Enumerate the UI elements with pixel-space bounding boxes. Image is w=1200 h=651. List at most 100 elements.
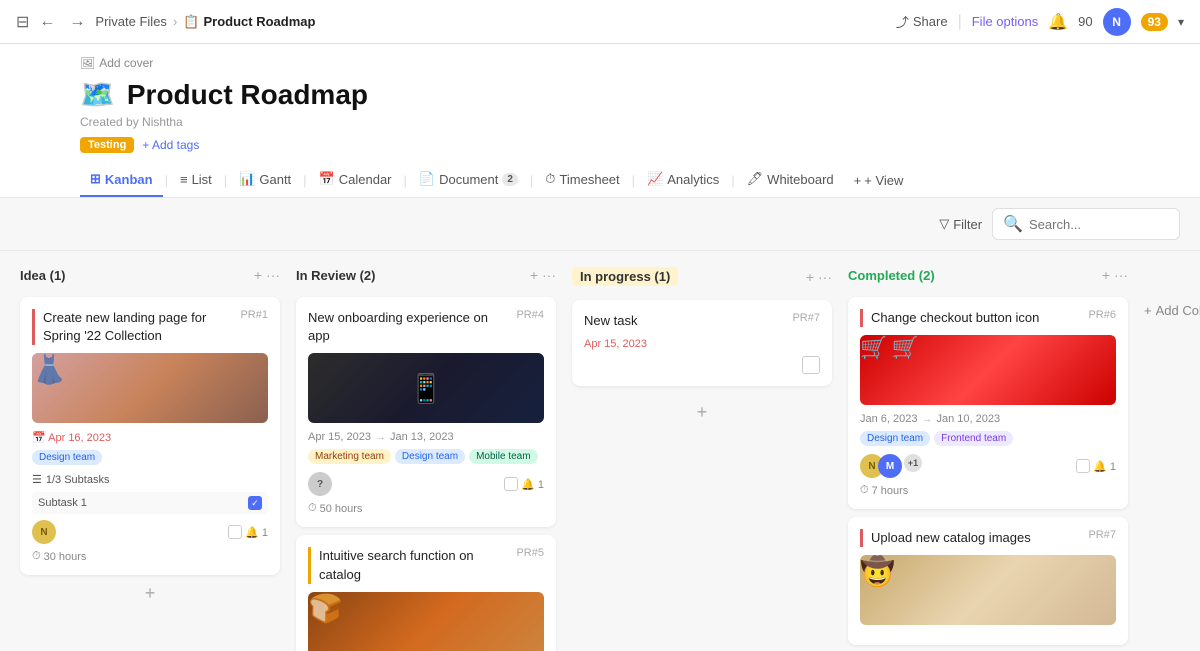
- page-header: 🖼 Add cover 🗺️ Product Roadmap Created b…: [0, 44, 1200, 198]
- share-icon: ⤴: [896, 12, 909, 31]
- add-task-inprogress-button[interactable]: +: [697, 402, 708, 423]
- column-completed: Completed (2) + ··· Change checkout butt…: [848, 267, 1128, 635]
- page-icon: 🗺️: [80, 78, 115, 111]
- tab-whiteboard[interactable]: 🖊 Whiteboard: [737, 163, 844, 197]
- card-onboarding-comment: 🔔 1: [504, 477, 544, 491]
- column-in-review-add-button[interactable]: +: [530, 267, 538, 283]
- card-landing-page-comment: 🔔 1: [228, 525, 268, 539]
- tab-document[interactable]: 📄 Document 2: [409, 163, 528, 197]
- tab-calendar[interactable]: 📅 Calendar: [309, 163, 402, 197]
- subtask-1-label: Subtask 1: [38, 497, 87, 509]
- gantt-icon: 📊: [239, 171, 255, 187]
- column-in-review: In Review (2) + ··· New onboarding exper…: [296, 267, 556, 635]
- card-checkout-id: PR#6: [1088, 309, 1116, 321]
- card-checkout-image: 🛒 🛒: [860, 335, 1116, 405]
- user-avatar-button[interactable]: N: [1103, 8, 1131, 36]
- card-landing-page-image: 👗: [32, 353, 268, 423]
- page-title-row: 🗺️ Product Roadmap: [80, 78, 1120, 111]
- sidebar-toggle-button[interactable]: ⊟: [16, 12, 29, 32]
- filter-button[interactable]: ▽ Filter: [939, 216, 982, 232]
- card-catalog-title: Upload new catalog images: [871, 530, 1031, 545]
- card-landing-page-checkbox[interactable]: [228, 525, 242, 539]
- column-idea-header: Idea (1) + ···: [20, 267, 280, 283]
- column-completed-title: Completed (2): [848, 268, 935, 283]
- card-landing-page[interactable]: Create new landing page for Spring '22 C…: [20, 297, 280, 575]
- add-cover-button[interactable]: 🖼 Add cover: [80, 56, 153, 70]
- tag-design-3: Design team: [860, 431, 930, 446]
- card-checkout-footer: N M +1 🔔 1: [860, 454, 1116, 478]
- add-task-idea-button[interactable]: +: [145, 583, 156, 604]
- score-badge[interactable]: 93: [1141, 13, 1168, 31]
- column-in-review-more-button[interactable]: ···: [542, 267, 556, 283]
- card-new-task[interactable]: New task PR#7 Apr 15, 2023: [572, 300, 832, 386]
- calendar-icon: 📅: [319, 171, 335, 187]
- filter-icon: ▽: [939, 216, 949, 232]
- card-onboarding-image: 📱: [308, 353, 544, 423]
- tag-design-team-2: Design team: [395, 449, 465, 464]
- card-onboarding[interactable]: New onboarding experience on app PR#4 📱 …: [296, 297, 556, 527]
- tab-calendar-label: Calendar: [339, 172, 392, 187]
- tab-analytics[interactable]: 📈 Analytics: [637, 163, 729, 197]
- add-column-button[interactable]: + Add Column: [1144, 297, 1200, 318]
- search-input[interactable]: [1029, 217, 1169, 232]
- notification-button[interactable]: 🔔: [1048, 12, 1068, 32]
- tab-kanban[interactable]: ⊞ Kanban: [80, 163, 163, 197]
- back-button[interactable]: ←: [35, 11, 59, 33]
- card-checkout-avatar-2: M: [878, 454, 902, 478]
- tab-sep-5: |: [528, 173, 535, 188]
- subtask-1: Subtask 1 ✓: [32, 492, 268, 514]
- breadcrumb-parent[interactable]: Private Files: [95, 14, 167, 29]
- tab-kanban-label: Kanban: [105, 172, 153, 187]
- add-view-button[interactable]: + + View: [854, 173, 904, 188]
- column-in-progress-add-button[interactable]: +: [806, 269, 814, 285]
- breadcrumb-page-name: Product Roadmap: [203, 14, 315, 29]
- tag-design-team: Design team: [32, 450, 102, 465]
- column-idea: Idea (1) + ··· Create new landing page f…: [20, 267, 280, 635]
- tab-gantt[interactable]: 📊 Gantt: [229, 163, 301, 197]
- tab-timesheet[interactable]: ⏱ Timesheet: [535, 163, 629, 197]
- card-search-image: 🍞: [308, 592, 544, 651]
- card-checkout-checkbox[interactable]: [1076, 459, 1090, 473]
- analytics-icon: 📈: [647, 171, 663, 187]
- subtask-count: 1/3 Subtasks: [46, 474, 110, 486]
- card-catalog[interactable]: Upload new catalog images PR#7 🤠: [848, 517, 1128, 645]
- dropdown-arrow[interactable]: ▾: [1178, 15, 1184, 29]
- card-onboarding-id: PR#4: [516, 309, 544, 321]
- column-idea-add-button[interactable]: +: [254, 267, 262, 283]
- image-icon: 🖼: [80, 56, 95, 70]
- column-completed-more-button[interactable]: ···: [1114, 267, 1128, 283]
- column-in-progress-more-button[interactable]: ···: [818, 269, 832, 285]
- hours-icon: ⏱: [32, 550, 41, 563]
- card-landing-page-footer: N 🔔 1: [32, 520, 268, 544]
- file-options-button[interactable]: File options: [972, 14, 1038, 29]
- card-checkout[interactable]: Change checkout button icon PR#6 🛒 🛒 Jan…: [848, 297, 1128, 509]
- card-search-header: Intuitive search function on catalog PR#…: [308, 547, 544, 583]
- share-button[interactable]: ⤴ Share: [896, 12, 948, 31]
- search-icon: 🔍: [1003, 214, 1023, 234]
- tab-timesheet-label: Timesheet: [559, 172, 619, 187]
- card-landing-page-tags: Design team: [32, 450, 268, 465]
- tab-sep-1: |: [163, 173, 170, 188]
- forward-button[interactable]: →: [65, 11, 89, 33]
- card-checkout-title: Change checkout button icon: [871, 310, 1039, 325]
- card-new-task-checkbox[interactable]: [802, 356, 820, 374]
- card-search-function[interactable]: Intuitive search function on catalog PR#…: [296, 535, 556, 651]
- whiteboard-icon: 🖊: [747, 171, 764, 187]
- top-bar-right: ⤴ Share | File options 🔔 90 N 93 ▾: [896, 8, 1184, 36]
- card-landing-page-subtasks: ☰ 1/3 Subtasks: [32, 473, 268, 486]
- column-completed-add-button[interactable]: +: [1102, 267, 1110, 283]
- card-catalog-image: 🤠: [860, 555, 1116, 625]
- card-onboarding-checkbox[interactable]: [504, 477, 518, 491]
- kanban-icon: ⊞: [90, 171, 101, 187]
- subtask-1-check[interactable]: ✓: [248, 496, 262, 510]
- tab-list[interactable]: ≡ List: [170, 164, 222, 197]
- testing-tag[interactable]: Testing: [80, 137, 134, 153]
- card-search-title: Intuitive search function on catalog: [319, 548, 474, 581]
- column-idea-more-button[interactable]: ···: [266, 267, 280, 283]
- tags-row: Testing + Add tags: [80, 137, 1120, 153]
- add-tag-button[interactable]: + Add tags: [142, 138, 199, 152]
- filter-label: Filter: [953, 217, 982, 232]
- top-bar-left: ⊟ ← → Private Files › 📋 Product Roadmap: [16, 11, 888, 33]
- date-sep: →: [375, 431, 386, 443]
- tag-mobile-team: Mobile team: [469, 449, 537, 464]
